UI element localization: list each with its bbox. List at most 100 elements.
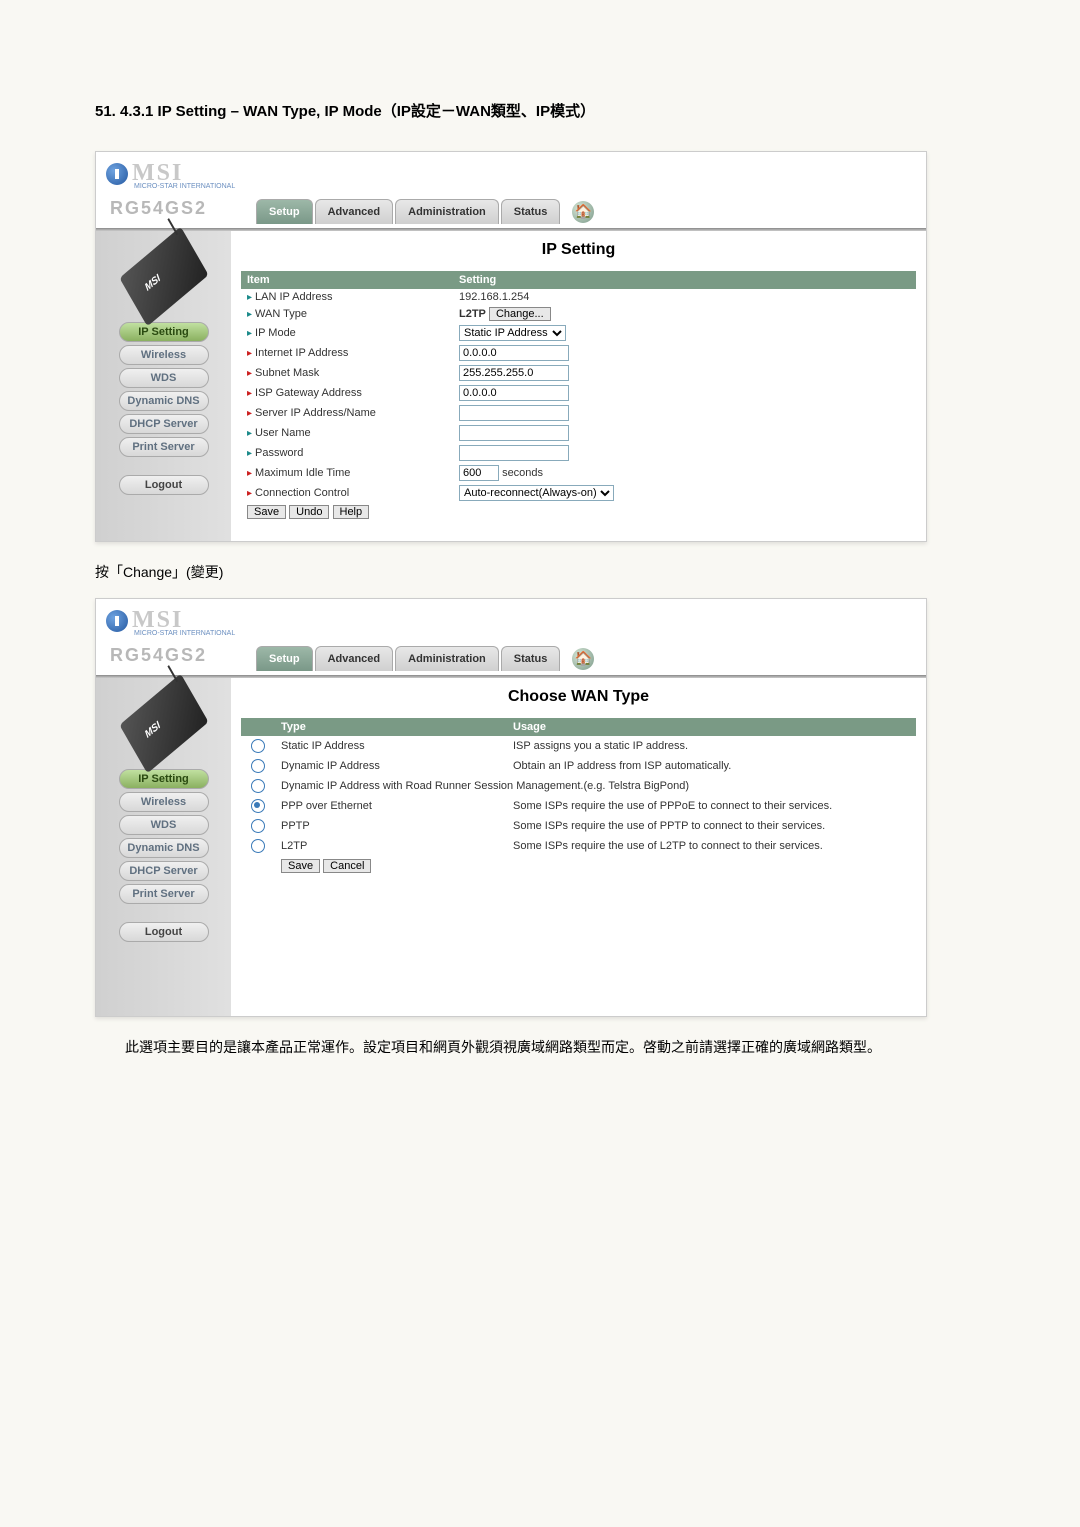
marker-icon: ▸: [247, 292, 252, 303]
sidebar-item-wireless[interactable]: Wireless: [119, 792, 209, 812]
internet-ip-input[interactable]: [459, 345, 569, 361]
settings-table: Item Setting ▸LAN IP Address 192.168.1.2…: [241, 271, 916, 521]
marker-icon: ▸: [247, 388, 252, 399]
user-name-input[interactable]: [459, 425, 569, 441]
sidebar-item-logout[interactable]: Logout: [119, 475, 209, 495]
seconds-label: seconds: [502, 467, 543, 479]
router-image: MSI: [119, 674, 208, 774]
logo-icon: [106, 610, 128, 632]
cancel-button[interactable]: Cancel: [323, 859, 371, 873]
home-icon[interactable]: 🏠: [572, 201, 594, 223]
wan-type-radio[interactable]: [251, 759, 265, 773]
wan-type-radio[interactable]: [251, 839, 265, 853]
doc-heading: 51. 4.3.1 IP Setting – WAN Type, IP Mode…: [95, 100, 985, 121]
change-button[interactable]: Change...: [489, 307, 551, 321]
save-button[interactable]: Save: [281, 859, 320, 873]
logo-subtitle: MICRO-STAR INTERNATIONAL: [134, 183, 916, 190]
wan-type-row: Dynamic IP Address with Road Runner Sess…: [241, 776, 916, 796]
screenshot-choose-wan-type: MSI MICRO-STAR INTERNATIONAL RG54GS2 Set…: [95, 598, 927, 1017]
wan-type-usage: Some ISPs require the use of PPPoE to co…: [507, 796, 916, 816]
sidebar-item-wireless[interactable]: Wireless: [119, 345, 209, 365]
sidebar-item-ip-setting[interactable]: IP Setting: [119, 769, 209, 789]
wan-type-radio[interactable]: [251, 739, 265, 753]
col-type: Type: [275, 718, 507, 736]
label-user-name: User Name: [255, 427, 311, 439]
label-subnet: Subnet Mask: [255, 367, 319, 379]
tab-administration[interactable]: Administration: [395, 199, 499, 224]
tab-administration[interactable]: Administration: [395, 646, 499, 671]
router-image: MSI: [119, 227, 208, 327]
page-title: Choose WAN Type: [241, 688, 916, 706]
col-setting: Setting: [453, 271, 916, 289]
marker-icon: ▸: [247, 448, 252, 459]
footer-description: 此選項主要目的是讓本產品正常運作。設定項目和網頁外觀須視廣域網路類型而定。啓動之…: [125, 1037, 955, 1058]
wan-type-name: Dynamic IP Address: [275, 756, 507, 776]
tab-status[interactable]: Status: [501, 199, 561, 224]
help-button[interactable]: Help: [333, 505, 370, 519]
label-lan-ip: LAN IP Address: [255, 291, 332, 303]
wan-type-name: PPTP: [275, 816, 507, 836]
main-panel: Choose WAN Type Type Usage Static IP Add…: [231, 678, 926, 1016]
wan-type-usage: Some ISPs require the use of L2TP to con…: [507, 836, 916, 856]
label-wan-type: WAN Type: [255, 308, 307, 320]
wan-type-name: PPP over Ethernet: [275, 796, 507, 816]
label-conn-ctrl: Connection Control: [255, 487, 349, 499]
marker-icon: ▸: [247, 428, 252, 439]
label-password: Password: [255, 447, 303, 459]
tab-advanced[interactable]: Advanced: [315, 646, 394, 671]
sidebar: MSI IP Setting Wireless WDS Dynamic DNS …: [96, 231, 231, 541]
sidebar-item-print-server[interactable]: Print Server: [119, 437, 209, 457]
tab-status[interactable]: Status: [501, 646, 561, 671]
marker-icon: ▸: [247, 309, 252, 320]
tab-advanced[interactable]: Advanced: [315, 199, 394, 224]
wan-type-radio[interactable]: [251, 819, 265, 833]
ip-mode-select[interactable]: Static IP Address: [459, 325, 566, 341]
wan-type-usage: Obtain an IP address from ISP automatica…: [507, 756, 916, 776]
main-panel: IP Setting Item Setting ▸LAN IP Address …: [231, 231, 926, 541]
label-ip-mode: IP Mode: [255, 327, 296, 339]
sidebar-item-wds[interactable]: WDS: [119, 815, 209, 835]
marker-icon: ▸: [247, 328, 252, 339]
wan-type-name: L2TP: [275, 836, 507, 856]
isp-gateway-input[interactable]: [459, 385, 569, 401]
sidebar-item-dynamic-dns[interactable]: Dynamic DNS: [119, 391, 209, 411]
marker-icon: ▸: [247, 408, 252, 419]
label-isp-gw: ISP Gateway Address: [255, 387, 362, 399]
wan-type-row: PPTPSome ISPs require the use of PPTP to…: [241, 816, 916, 836]
sidebar-item-dynamic-dns[interactable]: Dynamic DNS: [119, 838, 209, 858]
marker-icon: ▸: [247, 488, 252, 499]
wan-type-row: Dynamic IP AddressObtain an IP address f…: [241, 756, 916, 776]
wan-type-radio[interactable]: [251, 779, 265, 793]
logo-icon: [106, 163, 128, 185]
col-usage: Usage: [507, 718, 916, 736]
sidebar-item-logout[interactable]: Logout: [119, 922, 209, 942]
value-lan-ip: 192.168.1.254: [453, 289, 916, 305]
server-ip-input[interactable]: [459, 405, 569, 421]
logo-subtitle: MICRO-STAR INTERNATIONAL: [134, 630, 916, 637]
label-server-ip: Server IP Address/Name: [255, 407, 376, 419]
marker-icon: ▸: [247, 468, 252, 479]
max-idle-input[interactable]: [459, 465, 499, 481]
wan-type-usage: Some ISPs require the use of PPTP to con…: [507, 816, 916, 836]
home-icon[interactable]: 🏠: [572, 648, 594, 670]
save-button[interactable]: Save: [247, 505, 286, 519]
sidebar-item-dhcp-server[interactable]: DHCP Server: [119, 861, 209, 881]
tab-setup[interactable]: Setup: [256, 646, 313, 671]
screenshot-ip-setting: MSI MICRO-STAR INTERNATIONAL RG54GS2 Set…: [95, 151, 927, 542]
sidebar-item-ip-setting[interactable]: IP Setting: [119, 322, 209, 342]
sidebar: MSI IP Setting Wireless WDS Dynamic DNS …: [96, 678, 231, 1016]
connection-control-select[interactable]: Auto-reconnect(Always-on): [459, 485, 614, 501]
sidebar-item-wds[interactable]: WDS: [119, 368, 209, 388]
col-item: Item: [241, 271, 453, 289]
wan-type-usage: ISP assigns you a static IP address.: [507, 736, 916, 756]
wan-type-radio[interactable]: [251, 799, 265, 813]
change-instruction: 按「Change」(變更): [95, 562, 955, 583]
password-input[interactable]: [459, 445, 569, 461]
undo-button[interactable]: Undo: [289, 505, 329, 519]
tab-setup[interactable]: Setup: [256, 199, 313, 224]
subnet-input[interactable]: [459, 365, 569, 381]
sidebar-item-print-server[interactable]: Print Server: [119, 884, 209, 904]
wan-type-table: Type Usage Static IP AddressISP assigns …: [241, 718, 916, 876]
wan-type-row: PPP over EthernetSome ISPs require the u…: [241, 796, 916, 816]
sidebar-item-dhcp-server[interactable]: DHCP Server: [119, 414, 209, 434]
